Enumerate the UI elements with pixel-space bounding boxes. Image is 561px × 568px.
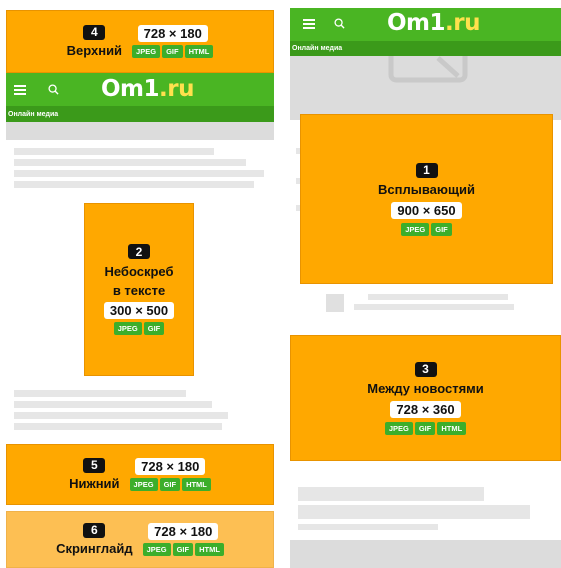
text-placeholder <box>368 294 508 300</box>
format-html: HTML <box>437 421 467 435</box>
ad-number-badge: 1 <box>415 162 438 178</box>
ad-size: 900 × 650 <box>391 201 462 219</box>
format-jpeg: JPEG <box>129 478 158 491</box>
ad-size: 728 × 180 <box>148 523 219 540</box>
ad-title: Скринглайд <box>56 540 133 556</box>
format-html: HTML <box>184 45 214 58</box>
ad-slot-between-news: 3 Между новостями 728 × 360 JPEG GIF HTM… <box>290 335 561 461</box>
ad-number-badge: 2 <box>128 244 150 259</box>
format-html: HTML <box>182 478 211 491</box>
ad-size: 728 × 180 <box>137 25 208 42</box>
ad-slot-popup: 1 Всплывающий 900 × 650 JPEG GIF <box>300 114 553 284</box>
menu-icon[interactable] <box>14 85 26 95</box>
ad-formats: JPEG GIF <box>401 222 452 236</box>
ad-title: Всплывающий <box>378 181 475 197</box>
text-placeholder <box>14 412 228 419</box>
format-jpeg: JPEG <box>142 543 171 556</box>
text-placeholder <box>14 181 254 188</box>
text-placeholder <box>298 524 438 530</box>
ad-title: Между новостями <box>367 380 484 396</box>
gray-strip <box>290 540 561 568</box>
right-phone-preview: Om1.ru Онлайн медиа <box>290 0 561 568</box>
format-jpeg: JPEG <box>113 322 142 335</box>
text-placeholder <box>14 423 222 430</box>
news-thumbnail <box>326 294 344 312</box>
ad-placement-diagram: Om1.ru Онлайн медиа 4 Верхний 728 × 180 … <box>0 0 561 568</box>
format-gif: GIF <box>414 421 436 435</box>
text-placeholder <box>14 401 212 408</box>
ad-formats: JPEG GIF <box>113 322 165 335</box>
ad-number-badge: 6 <box>83 522 106 538</box>
site-logo[interactable]: Om1.ru <box>101 76 194 102</box>
ad-slot-skyscraper: 2 Небоскреб в тексте 300 × 500 JPEG GIF <box>84 203 194 376</box>
ad-slot-screenglide: 6 Скринглайд 728 × 180 JPEG GIF HTML <box>6 511 274 568</box>
ad-size: 300 × 500 <box>103 302 175 319</box>
format-jpeg: JPEG <box>384 421 413 435</box>
text-placeholder <box>14 170 264 177</box>
ad-formats: JPEG GIF HTML <box>384 421 467 435</box>
ad-number-badge: 3 <box>414 361 437 377</box>
ad-slot-top: 4 Верхний 728 × 180 JPEG GIF HTML <box>6 10 274 73</box>
ad-formats: JPEG GIF HTML <box>142 543 224 556</box>
ad-formats: JPEG GIF HTML <box>129 478 211 491</box>
ad-title-line1: Небоскреб <box>104 264 174 279</box>
format-gif: GIF <box>431 222 452 236</box>
format-gif: GIF <box>162 45 183 58</box>
ad-formats: JPEG GIF HTML <box>132 45 214 58</box>
ad-size: 728 × 180 <box>135 458 206 475</box>
search-icon[interactable] <box>334 18 345 29</box>
menu-icon[interactable] <box>303 19 315 29</box>
gray-strip <box>6 122 274 140</box>
ad-number-badge: 4 <box>83 24 106 40</box>
site-tagline: Онлайн медиа <box>290 41 561 56</box>
format-jpeg: JPEG <box>132 45 161 58</box>
format-gif: GIF <box>159 478 181 491</box>
search-icon[interactable] <box>48 84 59 95</box>
ad-slot-bottom: 5 Нижний 728 × 180 JPEG GIF HTML <box>6 444 274 505</box>
format-jpeg: JPEG <box>401 222 430 236</box>
image-placeholder-icon <box>388 56 468 83</box>
text-placeholder <box>14 390 186 397</box>
site-tagline: Онлайн медиа <box>6 106 274 122</box>
ad-title: Верхний <box>66 42 123 58</box>
text-placeholder <box>14 148 214 155</box>
text-placeholder <box>14 159 246 166</box>
text-placeholder <box>298 487 484 501</box>
ad-title: Нижний <box>69 475 120 491</box>
format-gif: GIF <box>172 543 194 556</box>
ad-number-badge: 5 <box>83 457 106 473</box>
site-header: Om1.ru <box>290 8 561 41</box>
ad-size: 728 × 360 <box>390 400 461 418</box>
site-header: Om1.ru <box>6 73 274 106</box>
ad-title-line2: в тексте <box>112 283 166 298</box>
format-gif: GIF <box>143 322 165 335</box>
text-placeholder <box>354 304 514 310</box>
text-placeholder <box>298 505 530 519</box>
format-html: HTML <box>195 543 224 556</box>
site-logo[interactable]: Om1.ru <box>387 10 480 36</box>
